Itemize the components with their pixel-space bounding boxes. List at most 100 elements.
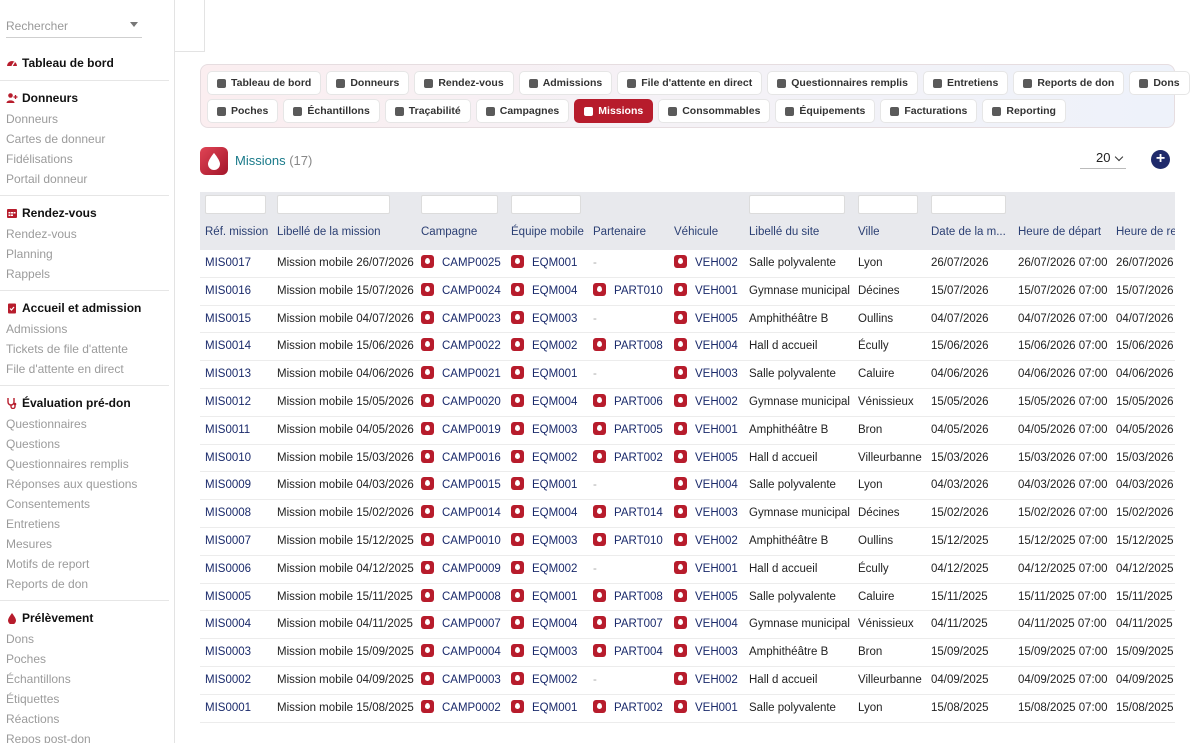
tab-reports-de-don[interactable]: Reports de don — [1013, 71, 1125, 95]
tab-dons[interactable]: Dons — [1129, 71, 1190, 95]
search-input[interactable] — [6, 16, 124, 36]
cell-vehicule[interactable]: VEH002 — [674, 389, 738, 417]
table-row[interactable]: MIS0012 Mission mobile 15/05/2026 CAMP0020… — [200, 389, 1175, 417]
cell-equipe-mobile[interactable]: EQM001 — [511, 472, 577, 500]
cell-ref-mission[interactable]: MIS0011 — [205, 417, 250, 445]
cell-equipe-mobile[interactable]: EQM003 — [511, 639, 577, 667]
cell-ref-mission[interactable]: MIS0004 — [205, 611, 251, 639]
cell-ref-mission[interactable]: MIS0006 — [205, 556, 251, 584]
column-header-vehicule[interactable]: Véhicule — [674, 226, 718, 238]
column-header-ville[interactable]: Ville — [858, 226, 880, 238]
tab-file-d-attente-en-direct[interactable]: File d'attente en direct — [617, 71, 763, 95]
cell-campagne[interactable]: CAMP0002 — [421, 695, 501, 723]
cell-campagne[interactable]: CAMP0007 — [421, 611, 501, 639]
cell-vehicule[interactable]: VEH005 — [674, 306, 738, 334]
cell-vehicule[interactable]: VEH003 — [674, 500, 738, 528]
tab-consommables[interactable]: Consommables — [658, 99, 771, 123]
tab-donneurs[interactable]: Donneurs — [326, 71, 410, 95]
cell-ref-mission[interactable]: MIS0001 — [205, 695, 251, 723]
column-header-heure-de-re[interactable]: Heure de re — [1116, 226, 1175, 238]
filter-input-libelle-du-site[interactable] — [749, 195, 845, 214]
cell-ref-mission[interactable]: MIS0016 — [205, 278, 251, 306]
sidebar-section-evaluation-pre-don[interactable]: Évaluation pré-don — [0, 392, 174, 414]
sidebar-item-poches[interactable]: Poches — [0, 649, 174, 669]
column-header-equipe-mobile[interactable]: Équipe mobile — [511, 226, 584, 238]
cell-equipe-mobile[interactable]: EQM003 — [511, 528, 577, 556]
cell-partenaire[interactable]: PART014 — [593, 500, 663, 528]
filter-input-libelle-de-la-mission[interactable] — [277, 195, 390, 214]
cell-partenaire[interactable]: PART007 — [593, 611, 663, 639]
cell-equipe-mobile[interactable]: EQM004 — [511, 389, 577, 417]
cell-vehicule[interactable]: VEH001 — [674, 556, 738, 584]
tab-equipements[interactable]: Équipements — [775, 99, 876, 123]
tab-poches[interactable]: Poches — [207, 99, 279, 123]
sidebar-item-admissions[interactable]: Admissions — [0, 319, 174, 339]
table-row[interactable]: MIS0008 Mission mobile 15/02/2026 CAMP0014… — [200, 500, 1175, 528]
table-row[interactable]: MIS0001 Mission mobile 15/08/2025 CAMP0002… — [200, 695, 1175, 723]
sidebar-item-fidelisations[interactable]: Fidélisations — [0, 149, 174, 169]
cell-equipe-mobile[interactable]: EQM002 — [511, 333, 577, 361]
cell-vehicule[interactable]: VEH001 — [674, 278, 738, 306]
sidebar-item-repos-post-don[interactable]: Repos post-don — [0, 729, 174, 743]
search-box[interactable] — [6, 16, 142, 38]
table-row[interactable]: MIS0010 Mission mobile 15/03/2026 CAMP0016… — [200, 445, 1175, 473]
cell-campagne[interactable]: CAMP0003 — [421, 667, 501, 695]
cell-vehicule[interactable]: VEH004 — [674, 611, 738, 639]
tab-reporting[interactable]: Reporting — [982, 99, 1066, 123]
table-row[interactable]: MIS0013 Mission mobile 04/06/2026 CAMP0021… — [200, 361, 1175, 389]
filter-input-ville[interactable] — [858, 195, 918, 214]
cell-equipe-mobile[interactable]: EQM003 — [511, 417, 577, 445]
cell-vehicule[interactable]: VEH003 — [674, 639, 738, 667]
cell-equipe-mobile[interactable]: EQM004 — [511, 611, 577, 639]
sidebar-item-file-d-attente-en-direct[interactable]: File d'attente en direct — [0, 359, 174, 379]
tab-campagnes[interactable]: Campagnes — [475, 99, 570, 123]
add-mission-button[interactable]: + — [1151, 150, 1170, 169]
cell-equipe-mobile[interactable]: EQM001 — [511, 361, 577, 389]
sidebar-item-echantillons[interactable]: Échantillons — [0, 669, 174, 689]
sidebar-item-planning[interactable]: Planning — [0, 244, 174, 264]
cell-vehicule[interactable]: VEH001 — [674, 695, 738, 723]
cell-equipe-mobile[interactable]: EQM004 — [511, 500, 577, 528]
chevron-down-icon[interactable] — [130, 22, 138, 27]
cell-ref-mission[interactable]: MIS0017 — [205, 250, 251, 278]
sidebar-item-rappels[interactable]: Rappels — [0, 264, 174, 284]
cell-equipe-mobile[interactable]: EQM001 — [511, 250, 577, 278]
sidebar-item-rendez-vous[interactable]: Rendez-vous — [0, 224, 174, 244]
column-header-campagne[interactable]: Campagne — [421, 226, 477, 238]
sidebar-item-dashboard[interactable]: Tableau de bord — [0, 52, 174, 74]
cell-vehicule[interactable]: VEH004 — [674, 472, 738, 500]
cell-ref-mission[interactable]: MIS0010 — [205, 445, 251, 473]
cell-partenaire[interactable]: PART008 — [593, 333, 663, 361]
tab-missions[interactable]: Missions — [574, 99, 654, 123]
cell-partenaire[interactable]: PART002 — [593, 695, 663, 723]
sidebar-section-rendez-vous[interactable]: Rendez-vous — [0, 202, 174, 224]
cell-campagne[interactable]: CAMP0023 — [421, 306, 501, 334]
table-row[interactable]: MIS0014 Mission mobile 15/06/2026 CAMP0022… — [200, 333, 1175, 362]
sidebar-item-etiquettes[interactable]: Étiquettes — [0, 689, 174, 709]
cell-campagne[interactable]: CAMP0009 — [421, 556, 501, 584]
table-row[interactable]: MIS0005 Mission mobile 15/11/2025 CAMP0008… — [200, 584, 1175, 612]
cell-vehicule[interactable]: VEH001 — [674, 417, 738, 445]
table-row[interactable]: MIS0016 Mission mobile 15/07/2026 CAMP0024… — [200, 278, 1175, 306]
tab-admissions[interactable]: Admissions — [518, 71, 613, 95]
sidebar-item-entretiens[interactable]: Entretiens — [0, 514, 174, 534]
cell-campagne[interactable]: CAMP0024 — [421, 278, 501, 306]
cell-campagne[interactable]: CAMP0008 — [421, 584, 501, 612]
table-row[interactable]: MIS0015 Mission mobile 04/07/2026 CAMP0023… — [200, 306, 1175, 334]
tab-rendez-vous[interactable]: Rendez-vous — [414, 71, 514, 95]
column-header-partenaire[interactable]: Partenaire — [593, 226, 646, 238]
table-row[interactable]: MIS0009 Mission mobile 04/03/2026 CAMP0015… — [200, 472, 1175, 501]
tab-entretiens[interactable]: Entretiens — [922, 71, 1009, 95]
sidebar-item-questionnaires-remplis[interactable]: Questionnaires remplis — [0, 454, 174, 474]
cell-campagne[interactable]: CAMP0020 — [421, 389, 501, 417]
filter-input-date-de-la-m[interactable] — [931, 195, 1006, 214]
table-row[interactable]: MIS0006 Mission mobile 04/12/2025 CAMP0009… — [200, 556, 1175, 584]
filter-input-campagne[interactable] — [421, 195, 498, 214]
cell-partenaire[interactable]: PART008 — [593, 584, 663, 612]
column-header-ref-mission[interactable]: Réf. mission — [205, 226, 268, 238]
page-size-select[interactable]: 20 — [1080, 149, 1126, 169]
cell-ref-mission[interactable]: MIS0009 — [205, 472, 251, 500]
cell-ref-mission[interactable]: MIS0008 — [205, 500, 251, 528]
tab-tableau-de-bord[interactable]: Tableau de bord — [207, 71, 322, 95]
sidebar-item-reports-de-don[interactable]: Reports de don — [0, 574, 174, 594]
